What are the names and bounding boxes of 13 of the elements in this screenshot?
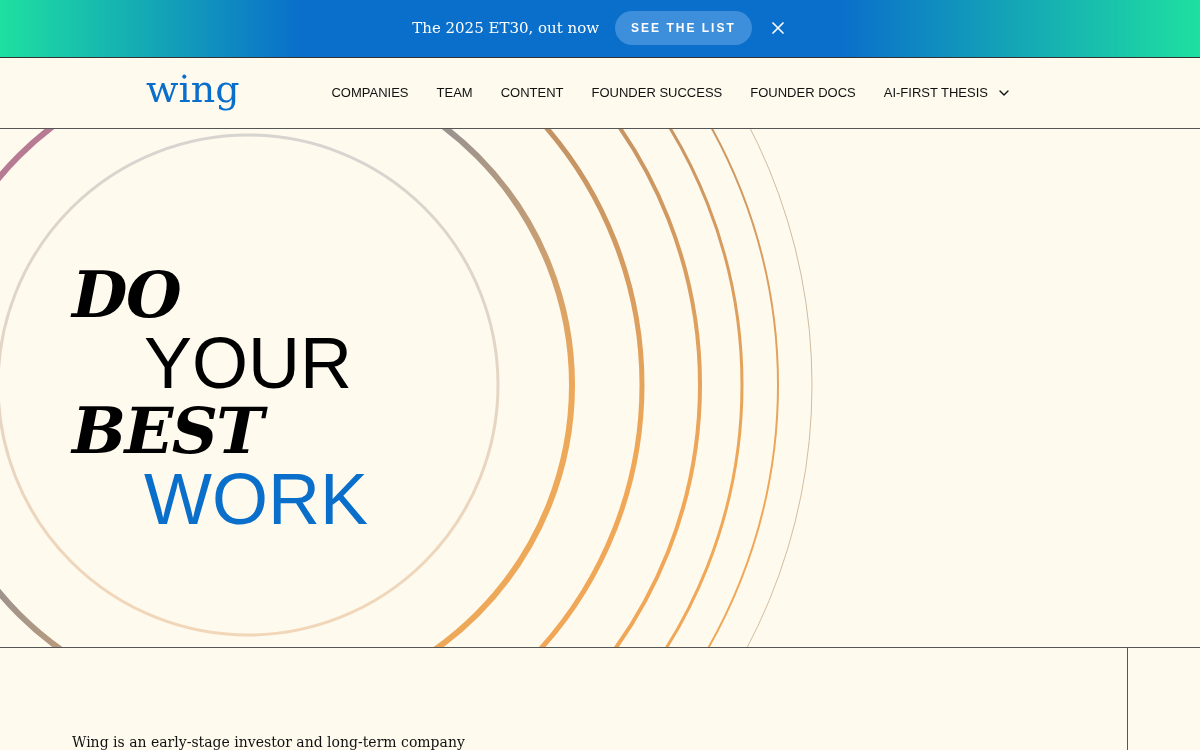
- nav-link[interactable]: FOUNDER DOCS: [750, 83, 856, 103]
- nav-link[interactable]: CONTENT: [500, 83, 564, 103]
- hero-heading-line: BEST: [72, 398, 1200, 465]
- banner-text: The 2025 ET30, out now: [412, 18, 600, 40]
- hero-heading-line: DO: [72, 262, 182, 329]
- nav-link[interactable]: FOUNDER SUCCESS: [591, 83, 723, 103]
- nav-link[interactable]: COMPANIES: [331, 83, 409, 103]
- hero-heading-line: YOUR: [143, 328, 354, 399]
- nav-link[interactable]: TEAM: [436, 83, 473, 103]
- wing-logo[interactable]: wing: [146, 70, 240, 117]
- hero-heading-line: WORK: [143, 464, 369, 535]
- nav-link[interactable]: AI-FIRST THESIS: [883, 83, 1012, 103]
- intro-text: Wing is an early-stage investor and long-term company: [72, 734, 466, 750]
